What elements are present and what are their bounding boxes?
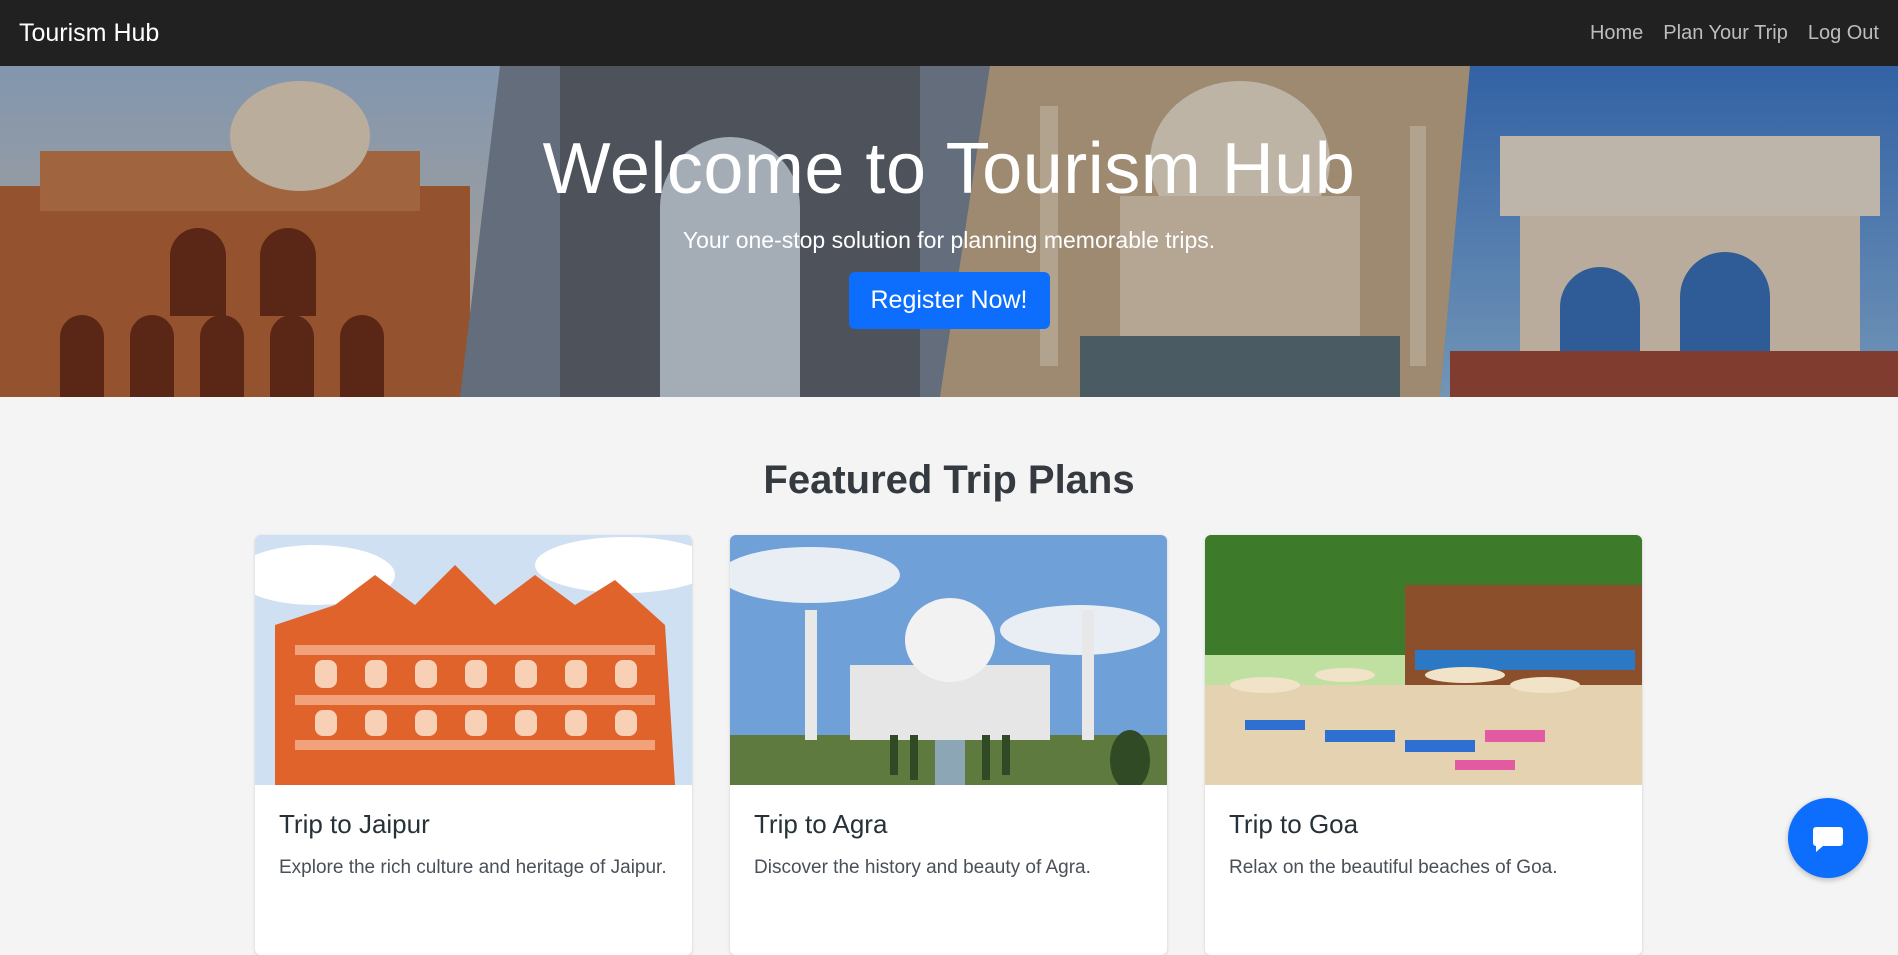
hero-content: Welcome to Tourism Hub Your one-stop sol… [0,66,1898,329]
card-body: Trip to Agra Discover the history and be… [730,785,1167,907]
card-title: Trip to Goa [1229,809,1359,839]
card-text: Relax on the beautiful beaches of Goa. [1229,857,1558,878]
featured-section-title: Featured Trip Plans [763,458,1135,502]
nav-logout-link[interactable]: Log Out [1808,22,1879,45]
register-now-button[interactable]: Register Now! [848,272,1050,329]
brand-logo-link[interactable]: Tourism Hub [19,19,159,48]
hero-subtitle: Your one-stop solution for planning memo… [682,227,1216,253]
trip-card-goa[interactable]: Trip to Goa Relax on the beautiful beach… [1205,535,1642,955]
nav-links: Home Plan Your Trip Log Out [1590,22,1879,45]
card-text: Discover the history and beauty of Agra. [754,857,1091,878]
agra-image [730,535,1167,785]
card-title: Trip to Agra [754,809,888,839]
trip-card-agra[interactable]: Trip to Agra Discover the history and be… [730,535,1167,955]
nav-home-link[interactable]: Home [1590,22,1643,45]
chat-button[interactable] [1788,798,1868,878]
goa-image [1205,535,1642,785]
hero-banner: Welcome to Tourism Hub Your one-stop sol… [0,66,1898,397]
card-body: Trip to Goa Relax on the beautiful beach… [1205,785,1642,907]
hero-title: Welcome to Tourism Hub [542,129,1356,209]
card-body: Trip to Jaipur Explore the rich culture … [255,785,692,907]
chat-bubble-icon [1813,827,1843,852]
navbar: Tourism Hub Home Plan Your Trip Log Out [0,0,1898,66]
jaipur-image [255,535,692,785]
card-title: Trip to Jaipur [279,809,430,839]
nav-plan-trip-link[interactable]: Plan Your Trip [1663,22,1788,45]
card-text: Explore the rich culture and heritage of… [279,857,667,878]
trip-card-jaipur[interactable]: Trip to Jaipur Explore the rich culture … [255,535,692,955]
